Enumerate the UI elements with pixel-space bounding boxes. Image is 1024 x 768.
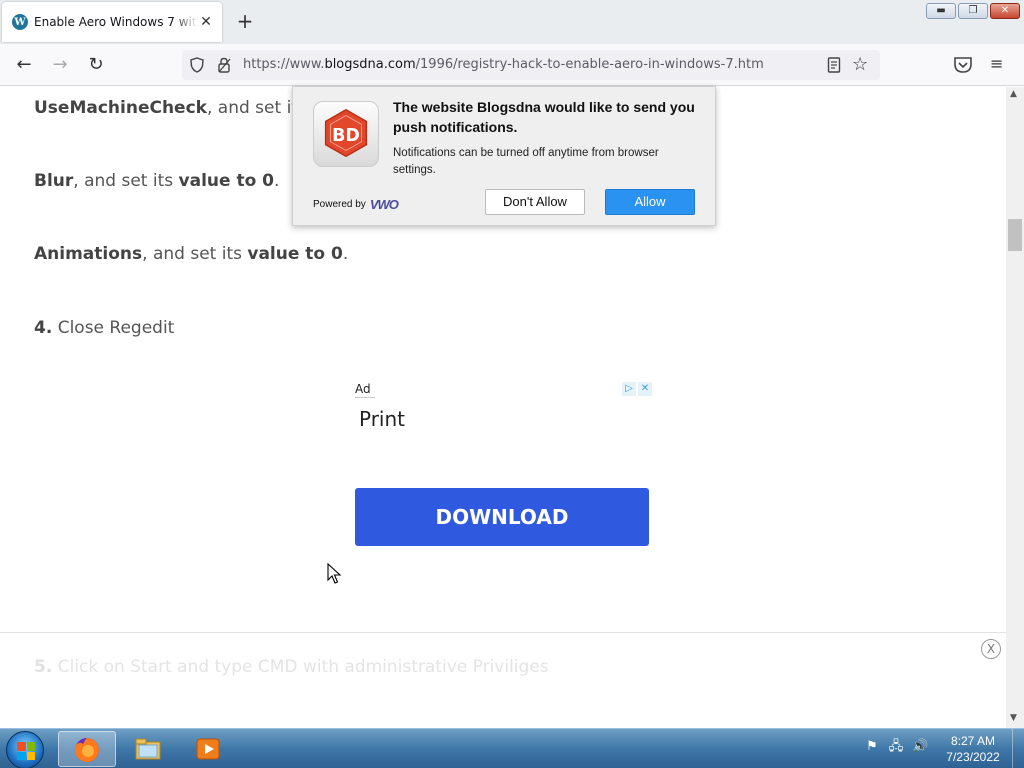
window-controls: ▬ ❐ ✕ — [926, 3, 1020, 19]
bold-value: value to 0 — [178, 171, 274, 191]
reader-view-icon[interactable] — [826, 56, 842, 74]
back-button[interactable]: ← — [12, 53, 36, 77]
vwo-logo: VWO — [369, 197, 399, 212]
allow-button[interactable]: Allow — [605, 189, 695, 215]
paragraph-text: . — [274, 171, 280, 191]
taskbar-media-player[interactable] — [180, 731, 238, 767]
adchoices-icon[interactable]: ▷ — [622, 382, 636, 396]
ad-label: Ad — [355, 382, 375, 398]
taskbar: ⚑ 🖧 🔊 8:27 AM 7/23/2022 — [0, 728, 1024, 768]
bold-value: value to 0 — [247, 244, 343, 264]
wordpress-icon: W — [12, 14, 28, 30]
action-center-icon[interactable]: ⚑ — [864, 739, 880, 755]
firefox-icon — [74, 738, 99, 762]
mouse-cursor-icon — [327, 563, 342, 584]
ad-download-button[interactable]: DOWNLOAD — [355, 488, 649, 546]
step-text: Click on Start and type CMD with adminis… — [52, 657, 549, 677]
address-bar[interactable]: https://www.blogsdna.com/1996/registry-h… — [182, 50, 880, 80]
clock[interactable]: 8:27 AM 7/23/2022 — [940, 733, 1006, 765]
step-text: Close Regedit — [52, 318, 175, 338]
url-host: blogsdna.com — [324, 57, 416, 72]
scroll-up-arrow-icon[interactable]: ▲ — [1010, 89, 1017, 99]
taskbar-file-explorer[interactable] — [120, 731, 178, 767]
step-cmd-faded: 5. Click on Start and type CMD with admi… — [34, 657, 549, 677]
paragraph-usemachinecheck: UseMachineCheck, and set it — [34, 98, 298, 118]
scroll-thumb[interactable] — [1008, 219, 1022, 251]
clock-date: 7/23/2022 — [946, 750, 1000, 764]
bold-term: Animations — [34, 244, 143, 264]
start-button[interactable] — [6, 731, 44, 768]
tab-title: Enable Aero Windows 7 with Re — [34, 15, 198, 29]
paragraph-animations: Animations, and set its value to 0. — [34, 244, 348, 264]
reload-button[interactable]: ↻ — [84, 53, 108, 77]
url-path: /1996/registry-hack-to-enable-aero-in-wi… — [415, 57, 764, 72]
show-desktop-button[interactable] — [1012, 729, 1024, 768]
hamburger-menu-icon[interactable]: ≡ — [990, 54, 1010, 73]
notification-body: Notifications can be turned off anytime … — [393, 147, 659, 176]
minimize-button[interactable]: ▬ — [926, 3, 956, 19]
tab-bar: W Enable Aero Windows 7 with Re ✕ + ▬ ❐ … — [0, 0, 1024, 44]
system-tray: ⚑ 🖧 🔊 — [864, 739, 928, 755]
file-explorer-icon — [135, 738, 161, 760]
step-number: 4. — [34, 318, 53, 338]
network-icon[interactable]: 🖧 — [888, 739, 904, 755]
bookmark-star-icon[interactable]: ☆ — [852, 54, 868, 75]
adchoices[interactable]: ▷ ✕ — [622, 382, 654, 396]
blogsdna-logo-icon: BD — [313, 101, 379, 167]
bold-term: Blur — [34, 171, 74, 191]
paragraph-text: , and set its — [142, 244, 248, 264]
ad-headline[interactable]: Print — [359, 407, 405, 431]
paragraph-text: , and set its — [73, 171, 179, 191]
url-text[interactable]: https://www.blogsdna.com/1996/registry-h… — [243, 57, 764, 72]
volume-icon[interactable]: 🔊 — [912, 739, 928, 755]
forward-button[interactable]: → — [48, 53, 72, 77]
clock-time: 8:27 AM — [950, 734, 996, 748]
media-player-icon — [196, 738, 220, 760]
taskbar-firefox[interactable] — [58, 731, 116, 767]
push-notification-prompt: BD The website Blogsdna would like to se… — [292, 86, 716, 226]
tab-close-icon[interactable]: ✕ — [198, 14, 214, 30]
paragraph-blur: Blur, and set its value to 0. — [34, 171, 279, 191]
step-close-regedit: 4. Close Regedit — [34, 318, 174, 338]
bold-term: UseMachineCheck — [34, 98, 207, 118]
sticky-overlay-band — [0, 632, 1006, 727]
notification-title: The website Blogsdna would like to send … — [393, 99, 695, 135]
pocket-icon[interactable] — [952, 55, 974, 75]
new-tab-button[interactable]: + — [234, 10, 256, 32]
navigation-toolbar: ← → ↻ https://www.blogsdna.com/1996/regi… — [0, 44, 1024, 86]
tracking-protection-shield-icon[interactable] — [190, 57, 204, 73]
maximize-button[interactable]: ❐ — [958, 3, 988, 19]
scroll-down-arrow-icon[interactable]: ▼ — [1010, 713, 1017, 723]
url-prefix: https://www. — [243, 57, 325, 72]
browser-tab[interactable]: W Enable Aero Windows 7 with Re ✕ — [2, 2, 222, 42]
powered-by: Powered by VWO — [313, 197, 399, 212]
ad-close-icon[interactable]: ✕ — [638, 382, 652, 396]
close-window-button[interactable]: ✕ — [990, 3, 1020, 19]
paragraph-text: . — [342, 244, 349, 264]
overlay-close-button[interactable]: X — [981, 639, 1001, 659]
windows-logo-icon — [17, 742, 35, 760]
logo-text: BD — [332, 126, 360, 146]
dont-allow-button[interactable]: Don't Allow — [485, 189, 585, 215]
lock-icon[interactable] — [216, 56, 232, 74]
paragraph-text: , and set it — [206, 98, 298, 118]
vertical-scrollbar[interactable]: ▲ ▼ — [1006, 87, 1024, 728]
step-number: 5. — [34, 657, 53, 677]
powered-by-label: Powered by — [313, 199, 366, 210]
